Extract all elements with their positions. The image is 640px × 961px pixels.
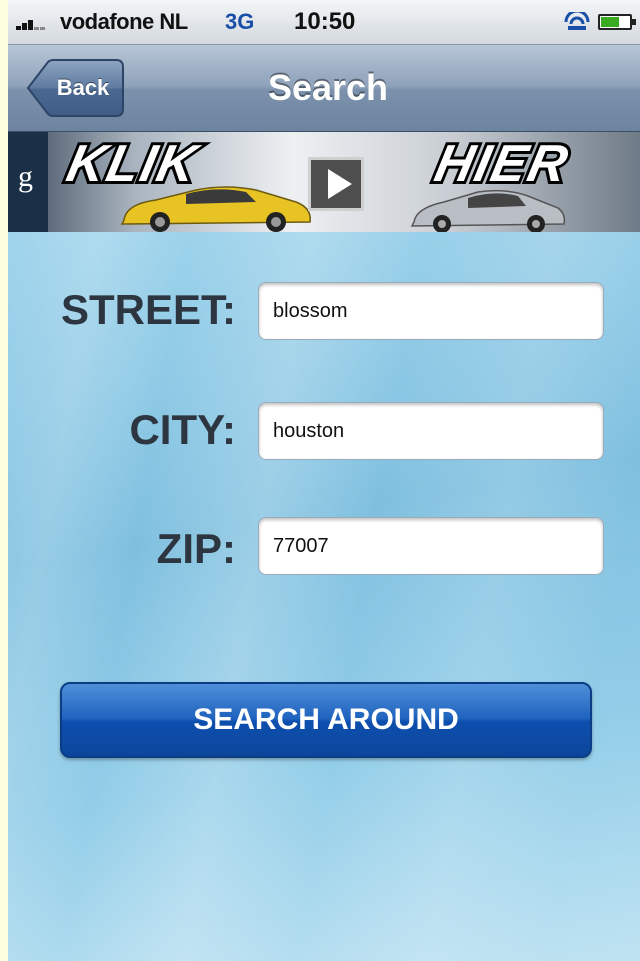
battery-icon <box>598 14 636 30</box>
street-label: STREET: <box>60 286 236 333</box>
search-form: STREET: CITY: ZIP: SEARCH AROUND <box>8 232 640 961</box>
street-input[interactable] <box>258 282 604 340</box>
page-title: Search <box>267 67 389 108</box>
ad-network-g-icon: g <box>18 160 33 193</box>
zip-input[interactable] <box>258 517 604 575</box>
search-around-button[interactable]: SEARCH AROUND <box>60 682 592 758</box>
network-type: 3G <box>225 9 255 34</box>
status-bar: vodafone NL 3G 10:50 <box>8 0 640 45</box>
city-label: CITY: <box>129 406 236 453</box>
back-button-label: Back <box>56 75 110 100</box>
navigation-bar: Back Search <box>8 45 640 132</box>
zip-label: ZIP: <box>156 525 236 572</box>
sync-icon <box>564 12 590 30</box>
back-button[interactable]: Back <box>26 59 124 117</box>
phone-screen: vodafone NL 3G 10:50 Back Search g KLIK … <box>8 0 640 961</box>
play-icon[interactable] <box>308 157 364 211</box>
ad-network-tab: g <box>8 132 48 232</box>
ad-text-hier: HIER <box>427 132 578 196</box>
signal-strength-icon <box>16 16 50 30</box>
clock: 10:50 <box>294 8 356 35</box>
city-input[interactable] <box>258 402 604 460</box>
ad-text-klik: KLIK <box>59 132 207 196</box>
carrier-name: vodafone NL <box>60 9 188 34</box>
ad-banner[interactable]: g KLIK HIER <box>8 132 640 232</box>
